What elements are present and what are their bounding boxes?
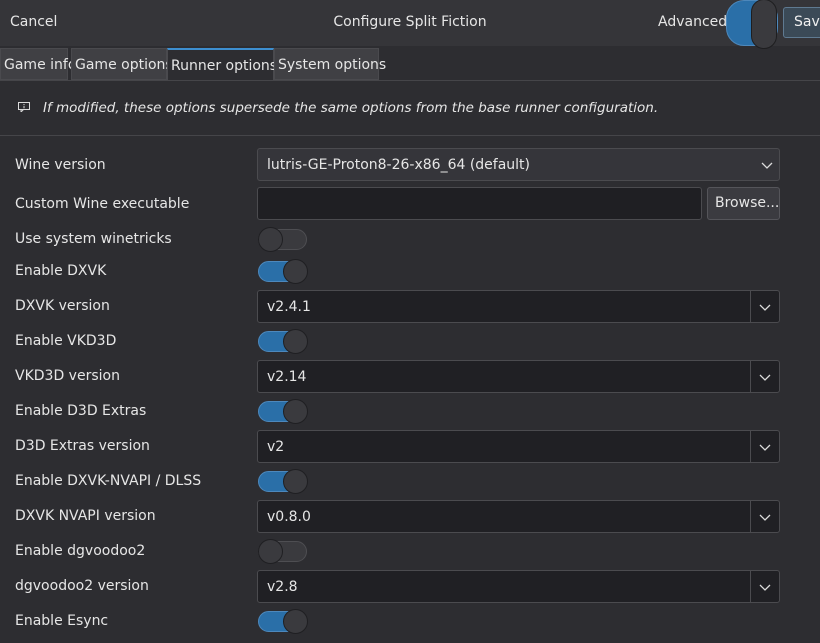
dxvk-nvapi-version-value: v0.8.0 bbox=[267, 509, 311, 525]
dgvoodoo2-version-value: v2.8 bbox=[267, 579, 298, 595]
toggle-knob bbox=[258, 539, 283, 564]
info-notice: If modified, these options supersede the… bbox=[0, 81, 820, 136]
save-button[interactable]: Save bbox=[783, 7, 820, 38]
chevron-down-icon bbox=[761, 162, 773, 169]
tab-game-options[interactable]: Game options bbox=[71, 48, 173, 80]
enable-d3d-extras-label: Enable D3D Extras bbox=[15, 403, 147, 419]
dgvoodoo2-version-label: dgvoodoo2 version bbox=[15, 578, 149, 594]
vkd3d-version-label: VKD3D version bbox=[15, 368, 120, 384]
chevron-down-icon[interactable] bbox=[759, 511, 771, 523]
enable-dxvk-label: Enable DXVK bbox=[15, 263, 107, 279]
tab-bar: Game info Game options Runner options Sy… bbox=[0, 46, 820, 81]
enable-dxvk-nvapi-label: Enable DXVK-NVAPI / DLSS bbox=[15, 473, 202, 489]
toggle-knob bbox=[283, 469, 308, 494]
advanced-toggle-knob bbox=[751, 0, 777, 49]
chevron-down-icon[interactable] bbox=[759, 371, 771, 383]
wine-version-label: Wine version bbox=[15, 157, 106, 173]
d3d-extras-version-combo[interactable]: v2 bbox=[257, 430, 780, 463]
info-message-icon bbox=[18, 102, 30, 112]
system-winetricks-label: Use system winetricks bbox=[15, 231, 172, 247]
tab-game-info[interactable]: Game info bbox=[0, 48, 76, 80]
toggle-knob bbox=[283, 329, 308, 354]
dgvoodoo2-version-combo[interactable]: v2.8 bbox=[257, 570, 780, 603]
dxvk-version-value: v2.4.1 bbox=[267, 299, 311, 315]
enable-esync-toggle[interactable] bbox=[258, 609, 308, 634]
d3d-extras-version-value: v2 bbox=[267, 439, 285, 455]
tab-system-options[interactable]: System options bbox=[274, 48, 386, 80]
wine-version-value: lutris-GE-Proton8-26-x86_64 (default) bbox=[267, 157, 531, 173]
dxvk-nvapi-version-label: DXVK NVAPI version bbox=[15, 508, 156, 524]
tab-runner-options[interactable]: Runner options bbox=[167, 48, 277, 80]
custom-wine-field[interactable] bbox=[257, 187, 702, 220]
advanced-toggle[interactable] bbox=[726, 0, 778, 49]
enable-vkd3d-toggle[interactable] bbox=[258, 329, 308, 354]
custom-wine-label: Custom Wine executable bbox=[15, 196, 190, 212]
combo-divider bbox=[750, 431, 751, 462]
d3d-extras-version-label: D3D Extras version bbox=[15, 438, 150, 454]
vkd3d-version-combo[interactable]: v2.14 bbox=[257, 360, 780, 393]
advanced-label: Advanced bbox=[658, 14, 728, 30]
enable-dgvoodoo2-toggle[interactable] bbox=[258, 539, 307, 564]
toggle-knob bbox=[258, 227, 283, 252]
wine-version-dropdown[interactable]: lutris-GE-Proton8-26-x86_64 (default) bbox=[257, 148, 780, 181]
toggle-knob bbox=[283, 609, 308, 634]
combo-divider bbox=[750, 361, 751, 392]
toggle-knob bbox=[283, 399, 308, 424]
chevron-down-icon[interactable] bbox=[759, 581, 771, 593]
chevron-down-icon[interactable] bbox=[759, 441, 771, 453]
chevron-down-icon[interactable] bbox=[759, 301, 771, 313]
combo-divider bbox=[750, 291, 751, 322]
dxvk-version-label: DXVK version bbox=[15, 298, 110, 314]
notice-text: If modified, these options supersede the… bbox=[43, 100, 659, 116]
enable-dxvk-toggle[interactable] bbox=[258, 259, 308, 284]
browse-button[interactable]: Browse... bbox=[707, 187, 780, 220]
header-bar: Cancel Configure Split Fiction Advanced … bbox=[0, 0, 820, 49]
toggle-knob bbox=[283, 259, 308, 284]
combo-divider bbox=[750, 501, 751, 532]
system-winetricks-toggle[interactable] bbox=[258, 227, 307, 252]
enable-esync-label: Enable Esync bbox=[15, 613, 109, 629]
enable-d3d-extras-toggle[interactable] bbox=[258, 399, 308, 424]
enable-vkd3d-label: Enable VKD3D bbox=[15, 333, 117, 349]
combo-divider bbox=[750, 571, 751, 602]
dxvk-nvapi-version-combo[interactable]: v0.8.0 bbox=[257, 500, 780, 533]
dxvk-version-combo[interactable]: v2.4.1 bbox=[257, 290, 780, 323]
enable-dgvoodoo2-label: Enable dgvoodoo2 bbox=[15, 543, 146, 559]
vkd3d-version-value: v2.14 bbox=[267, 369, 307, 385]
enable-dxvk-nvapi-toggle[interactable] bbox=[258, 469, 308, 494]
